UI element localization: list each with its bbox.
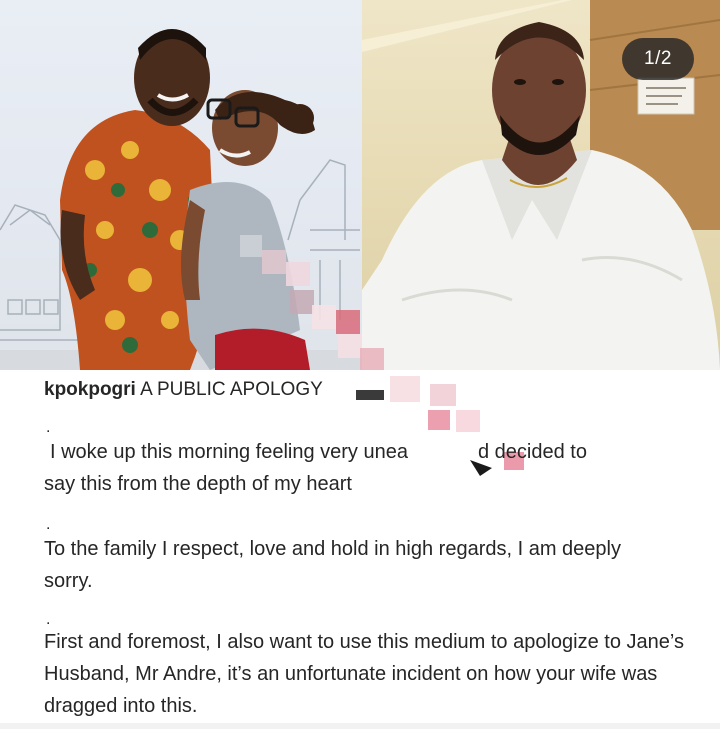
paragraph-intro: I woke up this morning feeling very unea… [44,436,684,500]
carousel-counter-badge: 1/2 [622,38,694,80]
photo-carousel[interactable]: 1/2 [0,0,720,370]
post-screenshot: 1/2 kpokpogri A PUBLIC APOLOGY . I woke … [0,0,720,729]
bottom-divider [0,723,720,729]
paragraph-intro-line2: say this from the depth of my heart [44,473,352,495]
paragraph-intro-line1: I woke up this morning feeling very unea… [44,436,684,468]
pixel-blur-overlay [240,235,384,370]
paragraph-husband: First and foremost, I also want to use t… [44,631,684,717]
paragraph-apology: To the family I respect, love and hold i… [44,538,621,592]
paragraph-intro-line1-end: d decided to [477,441,587,463]
paragraph-intro-line1-start: I woke up this morning feeling very unea [50,441,408,463]
post-caption: kpokpogri A PUBLIC APOLOGY . I woke up t… [0,370,720,729]
separator-dot: . [46,419,51,436]
separator-dot: . [46,516,51,533]
